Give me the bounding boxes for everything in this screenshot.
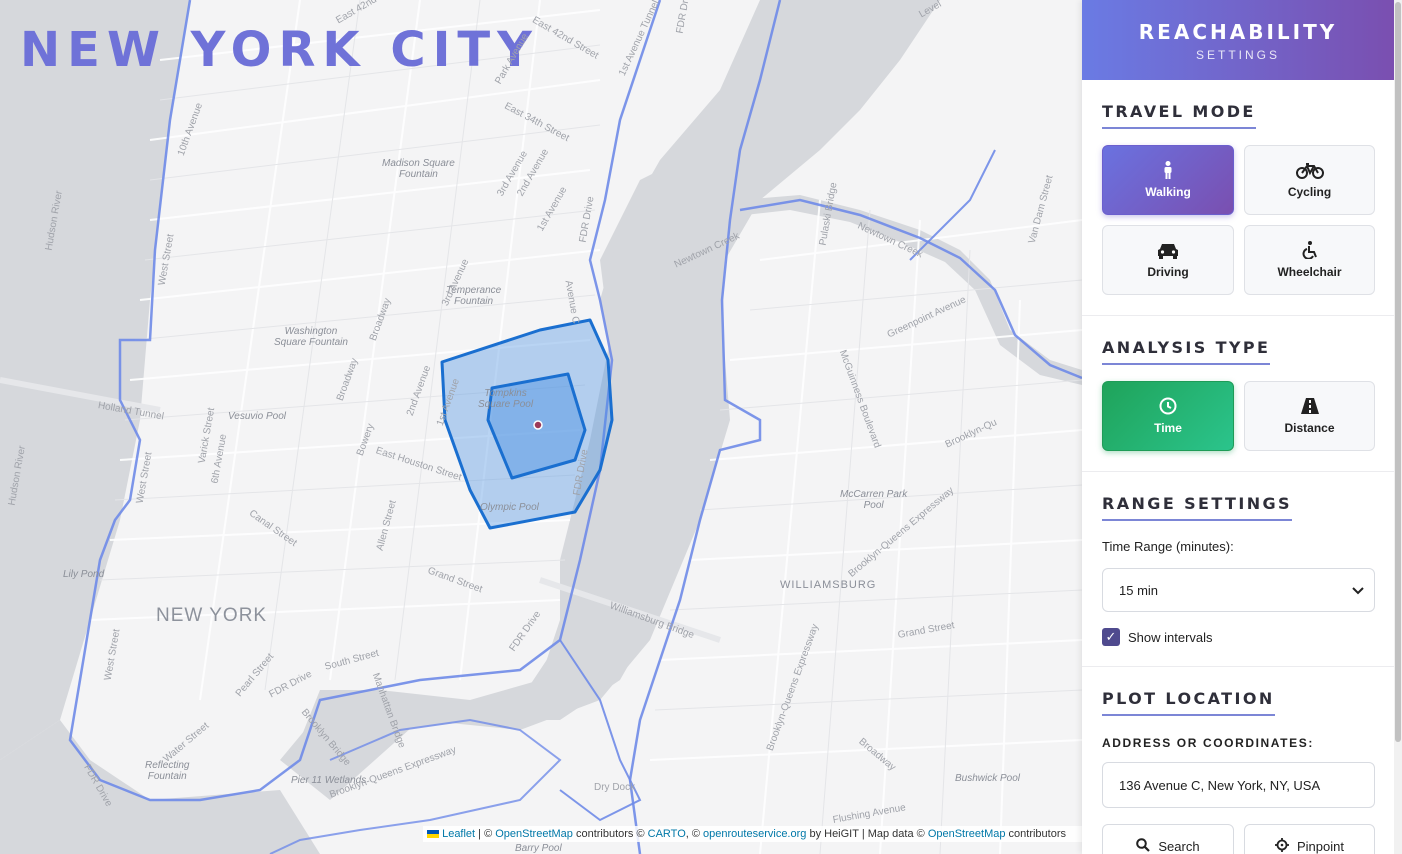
wheelchair-mode-button[interactable]: Wheelchair bbox=[1244, 225, 1375, 295]
analysis-label: Distance bbox=[1284, 421, 1335, 435]
time-analysis-button[interactable]: Time bbox=[1102, 381, 1234, 451]
panel-title: REACHABILITY bbox=[1138, 20, 1338, 44]
ors-link[interactable]: openrouteservice.org bbox=[703, 828, 806, 840]
poi-label: Bushwick Pool bbox=[955, 773, 1021, 784]
osm-link[interactable]: OpenStreetMap bbox=[928, 828, 1006, 840]
travel-mode-section: TRAVEL MODE Walking Cycling Driving Whee… bbox=[1082, 80, 1394, 316]
cycling-mode-button[interactable]: Cycling bbox=[1244, 145, 1375, 215]
car-icon bbox=[1156, 241, 1180, 259]
map-attribution: Leaflet | © OpenStreetMap contributors ©… bbox=[423, 826, 1082, 842]
poi-label: Barry Pool bbox=[515, 843, 562, 854]
carto-link[interactable]: CARTO bbox=[648, 828, 686, 840]
attribution-text: , © bbox=[685, 828, 704, 840]
district-label: NEW YORK bbox=[156, 605, 268, 626]
time-range-select[interactable]: 15 min bbox=[1102, 568, 1375, 612]
show-intervals-row[interactable]: ✓ Show intervals bbox=[1102, 628, 1374, 646]
analysis-type-section: ANALYSIS TYPE Time Distance bbox=[1082, 316, 1394, 472]
attribution-text: by HeiGIT | Map data © bbox=[806, 828, 928, 840]
attribution-text: contributors © bbox=[572, 828, 648, 840]
poi-label: Lily Pond bbox=[63, 569, 105, 580]
pinpoint-label: Pinpoint bbox=[1297, 838, 1344, 854]
search-icon bbox=[1136, 837, 1151, 854]
show-intervals-checkbox[interactable]: ✓ bbox=[1102, 628, 1120, 646]
city-title: NEW YORK CITY bbox=[20, 22, 539, 78]
poi-label: McCarren Park Pool bbox=[840, 489, 908, 511]
time-range-label: Time Range (minutes): bbox=[1102, 539, 1234, 554]
poi-label: Madison Square Fountain bbox=[382, 158, 455, 180]
attribution-text: | © bbox=[475, 828, 496, 840]
bicycle-icon bbox=[1295, 161, 1324, 179]
plot-location-section: PLOT LOCATION ADDRESS OR COORDINATES: 13… bbox=[1082, 667, 1394, 854]
pinpoint-button[interactable]: Pinpoint bbox=[1244, 824, 1375, 854]
analysis-label: Time bbox=[1154, 421, 1182, 435]
poi-label: Vesuvio Pool bbox=[228, 411, 286, 422]
mode-label: Cycling bbox=[1287, 185, 1332, 199]
poi-label: Olympic Pool bbox=[480, 502, 539, 513]
search-button[interactable]: Search bbox=[1102, 824, 1234, 854]
wheelchair-icon bbox=[1301, 241, 1319, 260]
leaflet-link[interactable]: Leaflet bbox=[442, 828, 475, 840]
driving-mode-button[interactable]: Driving bbox=[1102, 225, 1234, 295]
walking-icon bbox=[1161, 161, 1175, 179]
section-title: RANGE SETTINGS bbox=[1102, 494, 1292, 521]
chevron-down-icon bbox=[1352, 583, 1364, 598]
mode-label: Walking bbox=[1145, 185, 1191, 199]
scrollbar-thumb[interactable] bbox=[1395, 2, 1401, 742]
time-range-value: 15 min bbox=[1119, 582, 1159, 598]
street-label: Dry Dock bbox=[594, 782, 636, 793]
distance-analysis-button[interactable]: Distance bbox=[1244, 381, 1375, 451]
panel-scrollbar[interactable] bbox=[1394, 0, 1402, 854]
upper-bay bbox=[0, 720, 320, 854]
panel-subtitle: SETTINGS bbox=[1195, 48, 1280, 62]
poi-label: Washington Square Fountain bbox=[274, 326, 348, 348]
section-title: ANALYSIS TYPE bbox=[1102, 338, 1271, 365]
district-label: WILLIAMSBURG bbox=[780, 579, 877, 591]
osm-link[interactable]: OpenStreetMap bbox=[495, 828, 573, 840]
range-settings-section: RANGE SETTINGS Time Range (minutes): 15 … bbox=[1082, 472, 1394, 667]
search-label: Search bbox=[1158, 838, 1200, 854]
hudson-river bbox=[0, 0, 190, 760]
poi-label: Tompkins Square Pool bbox=[478, 388, 534, 410]
settings-panel: REACHABILITY SETTINGS TRAVEL MODE Walkin… bbox=[1082, 0, 1394, 854]
attribution-text: contributors bbox=[1005, 828, 1066, 840]
address-label: ADDRESS OR COORDINATES: bbox=[1102, 736, 1314, 750]
show-intervals-label: Show intervals bbox=[1128, 629, 1213, 645]
mode-label: Wheelchair bbox=[1277, 265, 1342, 279]
location-marker bbox=[533, 420, 543, 430]
section-title: PLOT LOCATION bbox=[1102, 689, 1275, 716]
map-view[interactable]: NEW YORK CITY NEW YORK WILLIAMSBURG Madi… bbox=[0, 0, 1082, 854]
section-title: TRAVEL MODE bbox=[1102, 102, 1256, 129]
address-input[interactable]: 136 Avenue C, New York, NY, USA bbox=[1102, 762, 1375, 808]
panel-header: REACHABILITY SETTINGS bbox=[1082, 0, 1394, 80]
walking-mode-button[interactable]: Walking bbox=[1102, 145, 1234, 215]
ukraine-flag-icon bbox=[427, 830, 440, 838]
road-icon bbox=[1300, 397, 1320, 415]
crosshair-icon bbox=[1275, 837, 1289, 854]
mode-label: Driving bbox=[1147, 265, 1189, 279]
clock-icon bbox=[1159, 397, 1177, 415]
